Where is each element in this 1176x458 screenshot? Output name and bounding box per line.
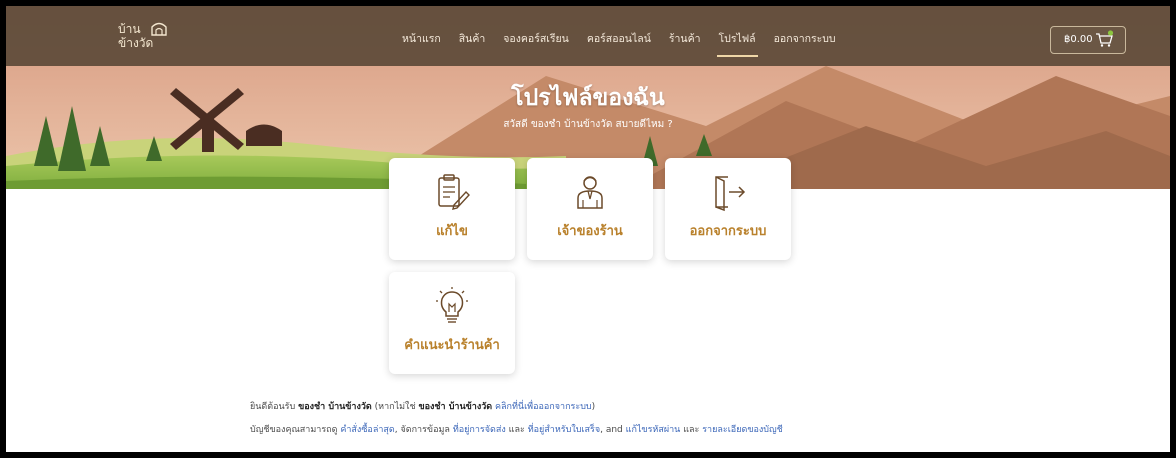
nav-item-profile[interactable]: โปรไฟล์ — [716, 30, 758, 57]
site-logo[interactable]: บ้าน ข้างวัด — [116, 18, 176, 56]
logout-link[interactable]: คลิกที่นี่เพื่อออกจากระบบ — [495, 402, 592, 412]
cart-amount: ฿0.00 — [1064, 34, 1093, 45]
logo-line1: บ้าน — [118, 22, 141, 36]
edit-card-label: แก้ไข — [436, 224, 468, 239]
logo-line2: ข้างวัด — [118, 36, 154, 50]
welcome-username-2: ของชำ บ้านข้างวัด — [418, 402, 493, 412]
shop-advice-card[interactable]: คำแนะนำร้านค้า — [389, 272, 515, 374]
shop-owner-card[interactable]: เจ้าของร้าน — [527, 158, 653, 260]
shipping-address-link[interactable]: ที่อยู่การจัดส่ง — [453, 425, 506, 435]
nav-item-book-course[interactable]: จองคอร์สเรียน — [503, 30, 569, 50]
recent-orders-link[interactable]: คำสั่งซื้อล่าสุด — [340, 425, 394, 435]
welcome-username: ของชำ บ้านข้างวัด — [298, 402, 372, 412]
logout-card-label: ออกจากระบบ — [689, 224, 767, 239]
top-navbar: บ้าน ข้างวัด หน้าแรก สินค้า จองคอร์สเรีย… — [6, 6, 1170, 66]
cart-button[interactable]: ฿0.00 — [1050, 26, 1126, 54]
logout-card[interactable]: ออกจากระบบ — [665, 158, 791, 260]
cart-icon — [1096, 30, 1114, 47]
house-icon — [151, 22, 167, 36]
edit-document-icon — [438, 174, 470, 210]
account-details-link[interactable]: รายละเอียดของบัญชี — [702, 425, 783, 435]
account-and1: และ — [508, 425, 525, 435]
account-info-text: บัญชีของคุณสามารถดู คำสั่งซื้อล่าสุด, จั… — [250, 422, 783, 436]
change-password-link[interactable]: แก้ไขรหัสผ่าน — [626, 425, 681, 435]
nav-item-online-course[interactable]: คอร์สออนไลน์ — [587, 30, 651, 50]
account-prefix: บัญชีของคุณสามารถดู — [250, 425, 338, 435]
nav-item-home[interactable]: หน้าแรก — [402, 30, 441, 50]
welcome-suffix: ) — [591, 402, 596, 412]
account-mid1: , จัดการข้อมูล — [394, 425, 450, 435]
nav-item-shop[interactable]: ร้านค้า — [669, 30, 701, 50]
welcome-text: ยินดีต้อนรับ ของชำ บ้านข้างวัด (หากไม่ใช… — [250, 399, 595, 413]
main-menu: หน้าแรก สินค้า จองคอร์สเรียน คอร์สออนไลน… — [402, 30, 836, 57]
nav-item-logout[interactable]: ออกจากระบบ — [774, 30, 836, 50]
nav-item-products[interactable]: สินค้า — [459, 30, 486, 50]
account-and2: และ — [683, 425, 700, 435]
account-mid2: , and — [600, 425, 623, 435]
page-frame: บ้าน ข้างวัด หน้าแรก สินค้า จองคอร์สเรีย… — [6, 6, 1170, 452]
greeting-subtitle: สวัสดี ของชำ บ้านข้างวัด สบายดีไหม ? — [503, 119, 673, 130]
welcome-prefix: ยินดีต้อนรับ — [250, 402, 296, 412]
edit-card[interactable]: แก้ไข — [389, 158, 515, 260]
logout-icon — [715, 176, 746, 212]
welcome-not-prefix: (หากไม่ใช่ — [374, 402, 416, 412]
shop-owner-card-label: เจ้าของร้าน — [557, 224, 623, 239]
lightbulb-icon — [436, 287, 468, 323]
shop-owner-icon — [577, 176, 603, 209]
billing-address-link[interactable]: ที่อยู่สำหรับใบเสร็จ — [528, 425, 600, 435]
shop-advice-card-label: คำแนะนำร้านค้า — [404, 338, 500, 353]
page-title: โปรไฟล์ของฉัน — [511, 85, 665, 111]
